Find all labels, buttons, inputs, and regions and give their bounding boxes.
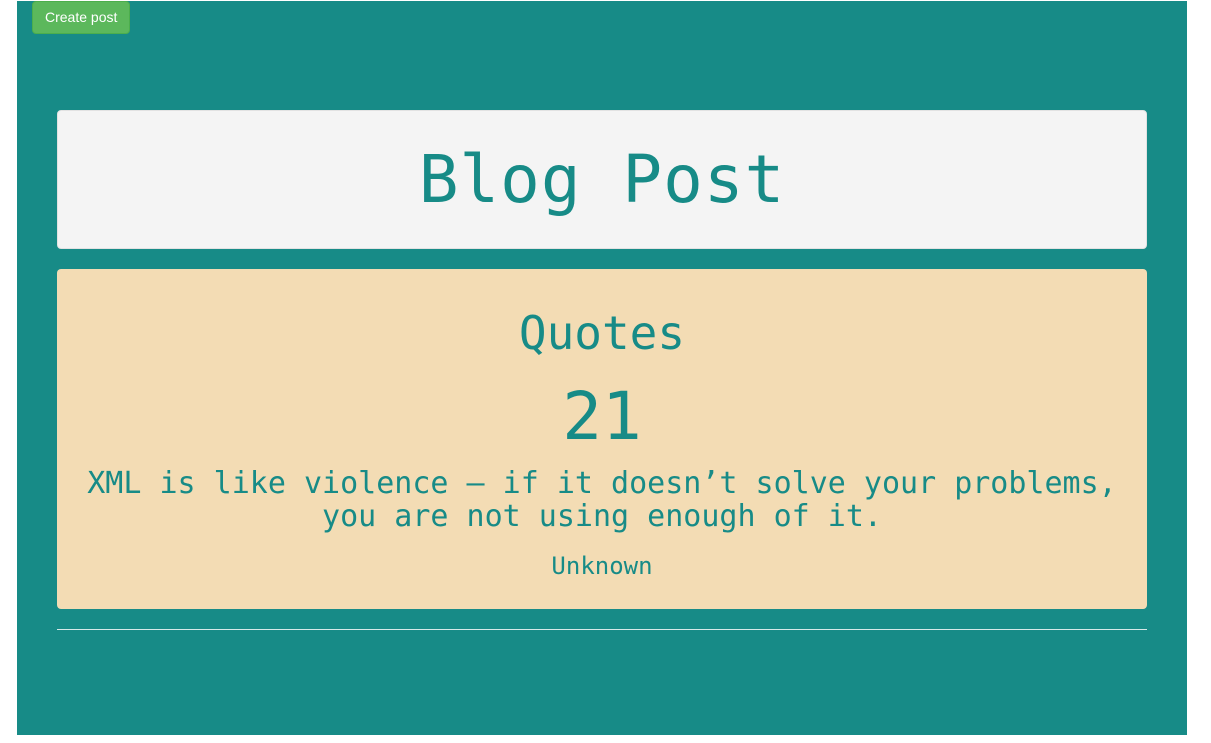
quote-heading: Quotes (518, 306, 686, 360)
quote-author: Unknown (551, 552, 653, 580)
quote-count: 21 (562, 378, 642, 455)
page-title: Blog Post (418, 141, 786, 218)
create-post-button[interactable]: Create post (32, 1, 131, 34)
quote-card: Quotes 21 XML is like violence – if it d… (57, 269, 1147, 609)
quote-text: XML is like violence – if it doesn’t sol… (87, 466, 1117, 534)
page-container: Create post Blog Post Quotes 21 XML is l… (17, 1, 1187, 735)
page-header: Blog Post (57, 110, 1147, 249)
divider (57, 629, 1147, 630)
